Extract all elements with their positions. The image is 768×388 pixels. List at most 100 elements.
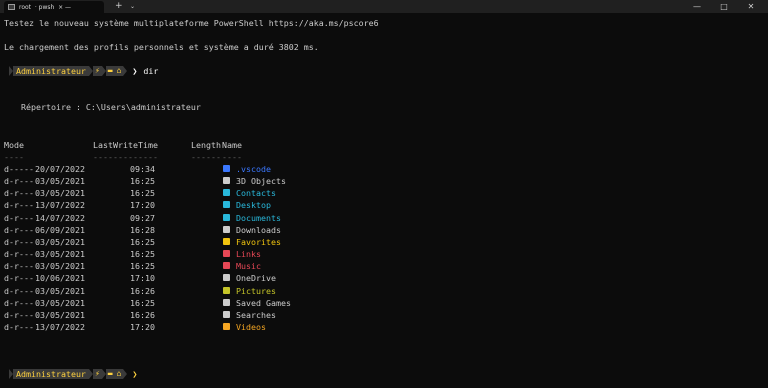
prompt-separator-icon bbox=[123, 66, 128, 76]
header-mode: Mode bbox=[4, 140, 24, 150]
row-date: 03/05/2021 bbox=[35, 285, 85, 296]
tab-title: root · pwsh × — bbox=[19, 3, 72, 11]
row-time: 16:25 bbox=[130, 261, 155, 272]
row-date: 03/05/2021 bbox=[35, 297, 85, 308]
row-date: 03/05/2021 bbox=[35, 261, 85, 272]
row-date: 13/07/2022 bbox=[35, 321, 85, 332]
row-time: 16:26 bbox=[130, 309, 155, 320]
row-time: 17:20 bbox=[130, 321, 155, 332]
row-mode: d----- bbox=[4, 164, 34, 174]
new-tab-button[interactable]: + bbox=[115, 0, 123, 12]
favorites-icon bbox=[223, 237, 230, 245]
row-name: Desktop bbox=[236, 200, 271, 211]
videos-icon bbox=[223, 322, 230, 330]
row-name: Documents bbox=[236, 212, 281, 223]
title-bar: root · pwsh × — + ⌄ — □ ✕ bbox=[0, 0, 768, 13]
row-time: 09:27 bbox=[130, 212, 155, 223]
row-mode: d-r--- bbox=[4, 188, 34, 199]
underline-mode: ---- bbox=[4, 152, 24, 162]
row-mode: d-r--- bbox=[4, 273, 34, 284]
table-header: Mode LastWriteTime Length Name bbox=[4, 139, 242, 151]
downloads-icon bbox=[223, 225, 230, 233]
close-button[interactable]: ✕ bbox=[738, 0, 764, 13]
row-time: 16:26 bbox=[130, 285, 155, 296]
row-time: 16:25 bbox=[130, 297, 155, 308]
row-date: 03/05/2021 bbox=[35, 236, 85, 247]
row-name: Favorites bbox=[236, 236, 281, 247]
home-icon: ⌂ bbox=[114, 66, 124, 76]
lightning-icon: ⚡ bbox=[92, 369, 102, 379]
row-time: 16:25 bbox=[130, 236, 155, 247]
row-date: 06/09/2021 bbox=[35, 224, 85, 235]
row-mode: d-r--- bbox=[4, 285, 34, 296]
row-date: 20/07/2022 bbox=[35, 164, 85, 174]
row-date: 03/05/2021 bbox=[35, 309, 85, 320]
prompt-chevron-icon: ❯ bbox=[132, 369, 138, 379]
row-name: 3D Objects bbox=[236, 176, 286, 187]
row-mode: d-r--- bbox=[4, 200, 34, 211]
row-date: 14/07/2022 bbox=[35, 212, 85, 223]
header-lastwritetime: LastWriteTime bbox=[93, 140, 158, 150]
row-date: 03/05/2021 bbox=[35, 176, 85, 187]
onedrive-icon bbox=[223, 274, 230, 282]
row-time: 16:28 bbox=[130, 224, 155, 235]
intro-line: Testez le nouveau système multiplateform… bbox=[4, 18, 379, 28]
maximize-button[interactable]: □ bbox=[711, 0, 737, 13]
prompt-user: Administrateur bbox=[13, 66, 89, 76]
row-name: Saved Games bbox=[236, 297, 291, 308]
prompt-separator-icon bbox=[123, 369, 128, 379]
minimize-button[interactable]: — bbox=[684, 0, 710, 13]
music-icon bbox=[223, 262, 230, 270]
row-mode: d-r--- bbox=[4, 261, 34, 272]
row-name: Music bbox=[236, 261, 261, 272]
row-mode: d-r--- bbox=[4, 224, 34, 235]
row-name: Downloads bbox=[236, 224, 281, 235]
row-time: 16:25 bbox=[130, 188, 155, 199]
desktop-icon bbox=[223, 201, 230, 209]
row-mode: d-r--- bbox=[4, 236, 34, 247]
links-icon bbox=[223, 250, 230, 258]
vscode-icon bbox=[223, 165, 230, 172]
row-name: Contacts bbox=[236, 188, 276, 199]
documents-icon bbox=[223, 213, 230, 221]
prompt-current: Administrateur ⚡ ▬ ⌂ ❯ bbox=[9, 368, 137, 380]
row-mode: d-r--- bbox=[4, 249, 34, 260]
directory-label: Répertoire : C:\Users\administrateur bbox=[21, 102, 201, 112]
header-length: Length bbox=[191, 140, 221, 150]
row-name: Searches bbox=[236, 309, 276, 320]
terminal-tab[interactable]: root · pwsh × — bbox=[4, 1, 104, 13]
folder-icon bbox=[223, 177, 230, 185]
row-name: Pictures bbox=[236, 285, 276, 296]
prompt-command: dir bbox=[143, 66, 159, 76]
row-date: 13/07/2022 bbox=[35, 200, 85, 211]
folder-icon: ▬ bbox=[105, 369, 115, 379]
row-name: Videos bbox=[236, 321, 266, 332]
prompt-chevron-icon: ❯ bbox=[132, 66, 138, 76]
prompt-user: Administrateur bbox=[13, 369, 89, 379]
row-name: .vscode bbox=[236, 164, 271, 174]
row-time: 09:34 bbox=[130, 164, 155, 174]
row-date: 10/06/2021 bbox=[35, 273, 85, 284]
row-time: 16:25 bbox=[130, 249, 155, 260]
tab-dropdown-button[interactable]: ⌄ bbox=[130, 1, 135, 12]
row-name: Links bbox=[236, 249, 261, 260]
terminal-icon bbox=[8, 4, 15, 10]
row-time: 17:10 bbox=[130, 273, 155, 284]
row-time: 16:25 bbox=[130, 176, 155, 187]
row-mode: d-r--- bbox=[4, 309, 34, 320]
underline-lastwritetime: ------------- bbox=[93, 152, 158, 162]
row-name: OneDrive bbox=[236, 273, 276, 284]
contacts-icon bbox=[223, 189, 230, 197]
saved-games-icon bbox=[223, 298, 230, 306]
profile-load-line: Le chargement des profils personnels et … bbox=[4, 42, 319, 52]
table-underline: ---- ------------- ------ ---- bbox=[4, 151, 242, 163]
folder-icon: ▬ bbox=[105, 66, 115, 76]
lightning-icon: ⚡ bbox=[92, 66, 102, 76]
prompt: Administrateur ⚡ ▬ ⌂ ❯ dir bbox=[9, 65, 158, 77]
underline-name: ---- bbox=[222, 152, 242, 162]
row-mode: d-r--- bbox=[4, 297, 34, 308]
row-mode: d-r--- bbox=[4, 176, 34, 187]
row-time: 17:20 bbox=[130, 200, 155, 211]
pictures-icon bbox=[223, 286, 230, 294]
home-icon: ⌂ bbox=[114, 369, 124, 379]
